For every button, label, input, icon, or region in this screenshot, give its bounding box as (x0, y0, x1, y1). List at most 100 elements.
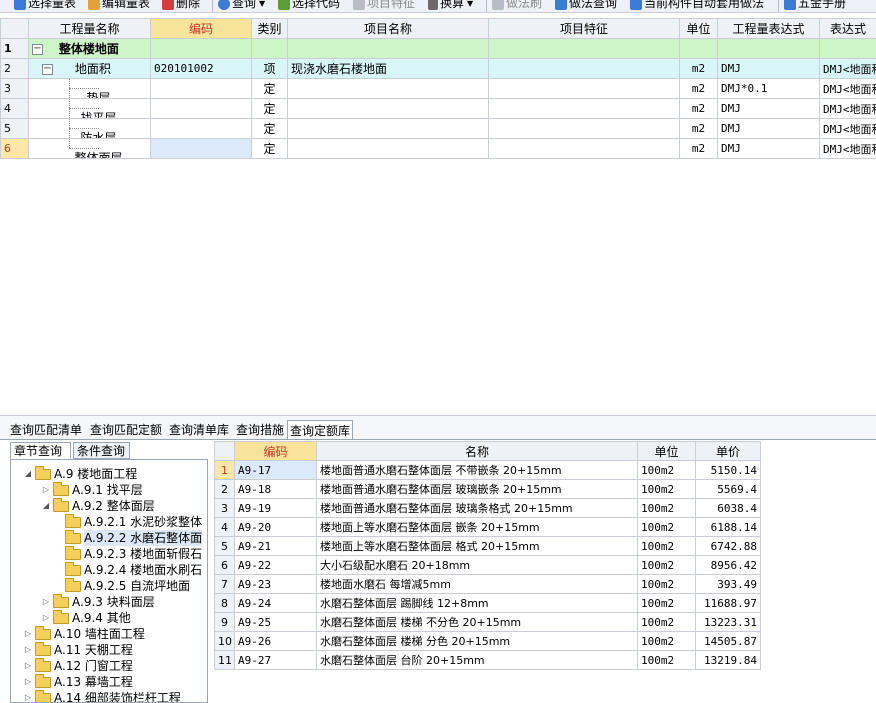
tab-match-list[interactable]: 查询匹配清单 (8, 420, 84, 440)
collapse-arrow-icon[interactable]: ▷ (23, 658, 33, 674)
cell-code[interactable]: A9-21 (234, 536, 317, 556)
cell-desc[interactable]: DMJ<地面积 (819, 118, 876, 139)
cell-project[interactable] (287, 118, 489, 139)
cell-name[interactable]: 垫层 (28, 78, 151, 99)
column-header-code[interactable]: 编码 (234, 441, 317, 461)
table-row[interactable]: 5 A9-21 楼地面上等水磨石整体面层 格式 20+15mm 100m2 6742.8… (214, 536, 761, 556)
tree-node[interactable]: ▷ A.12 门窗工程 (23, 657, 133, 674)
query-button[interactable]: 查询 ▼ (218, 0, 265, 12)
tree-node[interactable]: A.9.2.4 楼地面水刷石 (63, 561, 202, 578)
cell-expr[interactable]: DMJ*0.1 (717, 78, 820, 99)
tab-quota-library[interactable]: 查询定额库 (287, 420, 354, 440)
cell-unit[interactable]: m2 (679, 78, 718, 99)
collapse-icon[interactable]: − (42, 64, 53, 75)
cell-name[interactable]: 水磨石整体面层 楼梯 分色 20+15mm (316, 631, 638, 651)
cell-code[interactable]: A9-19 (234, 498, 317, 518)
tree-node[interactable]: ▷ A.13 幕墙工程 (23, 673, 133, 690)
table-row[interactable]: 2 − 地面积 020101002 项 现浇水磨石楼地面 m2 DMJ DMJ<… (0, 58, 876, 79)
cell-project[interactable] (287, 98, 489, 119)
cell-expr[interactable]: DMJ (717, 118, 820, 139)
column-header-type[interactable]: 类别 (251, 18, 288, 39)
table-row[interactable]: 3 垫层 定 m2 DMJ*0.1 DMJ<地面积 (0, 78, 876, 99)
cell-price[interactable]: 13223.31 (695, 612, 761, 632)
table-row[interactable]: 4 A9-20 楼地面上等水磨石整体面层 嵌条 20+15mm 100m2 6188.1… (214, 517, 761, 537)
cell-name[interactable]: 楼地面普通水磨石整体面层 玻璃条格式 20+15mm (316, 498, 638, 518)
cell-name[interactable]: 防水层 (28, 118, 151, 139)
cell-unit[interactable]: 100m2 (637, 460, 696, 480)
cell-name[interactable]: 楼地面普通水磨石整体面层 玻璃嵌条 20+15mm (316, 479, 638, 499)
edit-table-button[interactable]: 编辑量表 (88, 0, 150, 12)
cell-price[interactable]: 5150.14 (695, 460, 761, 480)
item-feature-button[interactable]: 项目特征 (353, 0, 415, 12)
cell-code[interactable] (150, 138, 252, 159)
cell-code[interactable] (150, 118, 252, 139)
cell-name[interactable]: 水磨石整体面层 楼梯 不分色 20+15mm (316, 612, 638, 632)
cell-code[interactable]: A9-17 (234, 460, 317, 480)
cell-unit[interactable]: 100m2 (637, 536, 696, 556)
tree-node[interactable]: ▷ A.9.3 块料面层 (41, 593, 155, 610)
cell-unit[interactable]: 100m2 (637, 517, 696, 537)
cell-name[interactable]: 楼地面普通水磨石整体面层 不带嵌条 20+15mm (316, 460, 638, 480)
column-header-code[interactable]: 编码 (150, 18, 252, 39)
table-row[interactable]: 7 A9-23 楼地面水磨石 每增减5mm 100m2 393.49 (214, 574, 761, 594)
cell-name[interactable]: 楼地面水磨石 每增减5mm (316, 574, 638, 594)
column-header-feature[interactable]: 项目特征 (488, 18, 680, 39)
cell-price[interactable]: 6188.14 (695, 517, 761, 537)
cell-unit[interactable]: 100m2 (637, 631, 696, 651)
cell-project[interactable] (287, 38, 489, 59)
tree-node[interactable]: ◢ A.9 楼地面工程 (23, 465, 137, 482)
tab-measures[interactable]: 查询措施 (234, 420, 286, 440)
cell-price[interactable]: 11688.97 (695, 593, 761, 613)
column-header-name[interactable]: 工程量名称 (28, 18, 151, 39)
method-query-button[interactable]: 做法查询 (555, 0, 617, 12)
cell-project[interactable] (287, 78, 489, 99)
tab-list-library[interactable]: 查询清单库 (167, 420, 231, 440)
table-row[interactable]: 11 A9-27 水磨石整体面层 台阶 20+15mm 100m2 13219.84 (214, 650, 761, 670)
cell-desc[interactable]: DMJ<地面积 (819, 138, 876, 159)
convert-button[interactable]: 换算 ▼ (428, 0, 473, 12)
cell-type[interactable]: 项 (251, 58, 288, 79)
table-row[interactable]: 9 A9-25 水磨石整体面层 楼梯 不分色 20+15mm 100m2 13223.3… (214, 612, 761, 632)
table-row[interactable]: 6 整体面层 定 m2 DMJ DMJ<地面积 (0, 138, 876, 159)
cell-expr[interactable]: DMJ (717, 98, 820, 119)
column-header-project[interactable]: 项目名称 (287, 18, 489, 39)
tab-condition-search[interactable]: 条件查询 (73, 442, 130, 459)
table-row[interactable]: 1 A9-17 楼地面普通水磨石整体面层 不带嵌条 20+15mm 100m2 5150… (214, 460, 761, 480)
cell-name[interactable]: − 整体楼地面 (28, 38, 151, 59)
cell-name[interactable]: 楼地面上等水磨石整体面层 嵌条 20+15mm (316, 517, 638, 537)
cell-type[interactable]: 定 (251, 138, 288, 159)
cell-type[interactable]: 定 (251, 118, 288, 139)
cell-feature[interactable] (488, 98, 680, 119)
select-table-button[interactable]: 选择量表 (14, 0, 76, 12)
tree-node-selected[interactable]: A.9.2.2 水磨石整体面 (63, 529, 203, 546)
cell-name[interactable]: 大小石级配水磨石 20+18mm (316, 555, 638, 575)
cell-expr[interactable]: DMJ (717, 138, 820, 159)
table-row[interactable]: 4 找平层 定 m2 DMJ DMJ<地面积 (0, 98, 876, 119)
table-row[interactable]: 6 A9-22 大小石级配水磨石 20+18mm 100m2 8956.42 (214, 555, 761, 575)
cell-code[interactable] (150, 98, 252, 119)
cell-name[interactable]: 整体面层 (28, 138, 151, 159)
method-brush-button[interactable]: 做法刷 (492, 0, 542, 12)
table-row[interactable]: 1 − 整体楼地面 (0, 38, 876, 59)
tree-node[interactable]: ◢ A.9.2 整体面层 (41, 497, 155, 514)
collapse-arrow-icon[interactable]: ▷ (23, 626, 33, 642)
column-header-name[interactable]: 名称 (316, 441, 638, 461)
cell-project[interactable] (287, 138, 489, 159)
collapse-arrow-icon[interactable]: ▷ (41, 482, 51, 498)
cell-feature[interactable] (488, 118, 680, 139)
cell-desc[interactable]: DMJ<地面积 (819, 58, 876, 79)
cell-code[interactable]: A9-27 (234, 650, 317, 670)
cell-unit[interactable]: 100m2 (637, 612, 696, 632)
cell-desc[interactable]: DMJ<地面积 (819, 78, 876, 99)
cell-type[interactable]: 定 (251, 78, 288, 99)
collapse-arrow-icon[interactable]: ▷ (41, 610, 51, 626)
column-header-unit[interactable]: 单位 (637, 441, 696, 461)
cell-type[interactable] (251, 38, 288, 59)
cell-price[interactable]: 393.49 (695, 574, 761, 594)
cell-code[interactable]: 020101002 (150, 58, 252, 79)
tree-node[interactable]: ▷ A.9.1 找平层 (41, 481, 143, 498)
cell-feature[interactable] (488, 38, 680, 59)
cell-name[interactable]: 楼地面上等水磨石整体面层 格式 20+15mm (316, 536, 638, 556)
tree-node[interactable]: A.9.2.3 楼地面斩假石 (63, 545, 202, 562)
cell-unit[interactable]: 100m2 (637, 498, 696, 518)
